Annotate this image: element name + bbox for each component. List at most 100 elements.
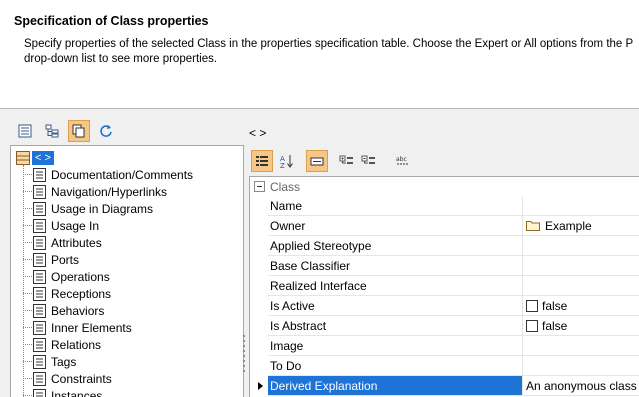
property-name: Owner [268, 216, 523, 236]
list-view-button[interactable] [14, 120, 36, 142]
property-value-text: false [542, 318, 568, 333]
tree-connector [23, 208, 32, 209]
refresh-icon [100, 125, 112, 137]
tree-item-label: Attributes [51, 235, 102, 250]
document-icon [33, 320, 46, 335]
property-value-text: Example [545, 218, 592, 233]
group-label: Class [270, 179, 301, 194]
tree-item[interactable]: Behaviors [23, 302, 104, 319]
tree-item-label: Behaviors [51, 303, 105, 318]
expand-all-button[interactable] [336, 150, 358, 172]
collapse-all-icon [361, 155, 375, 164]
tree-connector [23, 259, 32, 260]
abc-find-icon: abc [396, 156, 409, 165]
tree-item[interactable]: Instances [23, 387, 102, 397]
row-marker [250, 336, 268, 356]
property-value[interactable] [523, 236, 639, 256]
class-icon [16, 151, 30, 165]
property-value[interactable] [523, 256, 639, 276]
property-value[interactable] [523, 356, 639, 376]
document-icon [33, 184, 46, 199]
document-icon [33, 337, 46, 352]
tree-item-label: Instances [51, 388, 103, 397]
tree-item[interactable]: Navigation/Hyperlinks [23, 183, 167, 200]
tree-connector [23, 276, 32, 277]
tree-item[interactable]: Usage in Diagrams [23, 200, 153, 217]
tree-item[interactable]: Tags [23, 353, 76, 370]
property-name: Applied Stereotype [268, 236, 523, 256]
property-name: Base Classifier [268, 256, 523, 276]
tree-item[interactable]: Usage In [23, 217, 99, 234]
document-icon [33, 286, 46, 301]
property-value-text: false [542, 298, 568, 313]
header-title: Specification of Class properties [14, 14, 209, 28]
property-row[interactable]: To Do [250, 356, 639, 376]
copy-button[interactable] [68, 120, 90, 142]
tree-connector [23, 310, 32, 311]
tree-item[interactable]: Attributes [23, 234, 102, 251]
refresh-button[interactable] [95, 120, 117, 142]
property-row[interactable]: Base Classifier [250, 256, 639, 276]
checkbox[interactable] [526, 319, 538, 332]
document-icon [33, 201, 46, 216]
tree-item[interactable]: Inner Elements [23, 319, 132, 336]
row-marker [250, 236, 268, 256]
filter-button[interactable] [306, 150, 328, 172]
row-marker [250, 296, 268, 316]
find-button[interactable]: abc [392, 150, 414, 172]
group-header-class[interactable]: Class [250, 177, 639, 196]
tree-item[interactable]: Documentation/Comments [23, 166, 193, 183]
tree-item[interactable]: Relations [23, 336, 101, 353]
tree-item-label: Ports [51, 252, 80, 267]
property-name: To Do [268, 356, 523, 376]
property-row[interactable]: Name [250, 196, 639, 216]
tree-item[interactable]: Operations [23, 268, 110, 285]
tree-item-label: Operations [51, 269, 110, 284]
sort-alpha-icon: AZ [280, 155, 293, 169]
tree-connector [23, 378, 32, 379]
expand-all-icon [339, 155, 353, 164]
checkbox[interactable] [526, 299, 538, 312]
property-row[interactable]: Owner Example [250, 216, 639, 236]
collapse-group-icon[interactable] [254, 181, 265, 192]
property-row[interactable]: Is Abstract false [250, 316, 639, 336]
property-row[interactable]: Is Active false [250, 296, 639, 316]
property-row[interactable]: Image [250, 336, 639, 356]
tree-item[interactable]: Constraints [23, 370, 112, 387]
row-marker [250, 196, 268, 216]
property-value[interactable]: An anonymous class [523, 376, 639, 396]
categorized-icon [256, 156, 268, 166]
property-row[interactable]: Derived Explanation An anonymous class [250, 376, 639, 396]
properties-table: Class Name Owner Example Applied Stereotype… [249, 176, 639, 397]
document-icon [33, 354, 46, 369]
tree-item[interactable]: Receptions [23, 285, 111, 302]
property-row[interactable]: Realized Interface [250, 276, 639, 296]
row-marker [250, 216, 268, 236]
properties-title: < > [249, 126, 267, 140]
row-marker [250, 356, 268, 376]
panel-splitter[interactable] [243, 335, 246, 375]
document-icon [33, 252, 46, 267]
document-icon [33, 388, 46, 397]
property-value[interactable] [523, 336, 639, 356]
property-value[interactable]: Example [523, 216, 639, 236]
property-value[interactable]: false [523, 296, 639, 316]
tree-item-label: Usage in Diagrams [51, 201, 154, 216]
filter-icon [310, 157, 324, 166]
property-value[interactable] [523, 196, 639, 216]
property-value[interactable] [523, 276, 639, 296]
header-description-line-2: drop-down list to see more properties. [24, 53, 218, 65]
property-value-text: An anonymous class [526, 378, 637, 393]
property-value[interactable]: false [523, 316, 639, 336]
tree-item[interactable]: Ports [23, 251, 79, 268]
sort-alpha-button[interactable]: AZ [276, 150, 298, 172]
tree-connector [23, 395, 32, 396]
tree-view-button[interactable] [41, 120, 63, 142]
document-icon [33, 218, 46, 233]
property-row[interactable]: Applied Stereotype [250, 236, 639, 256]
collapse-all-button[interactable] [358, 150, 380, 172]
header-description-line-1: Specify properties of the selected Class… [24, 38, 634, 50]
tree-root[interactable]: < > [16, 151, 54, 165]
categorized-button[interactable] [251, 150, 273, 172]
svg-text:Z: Z [280, 162, 285, 169]
